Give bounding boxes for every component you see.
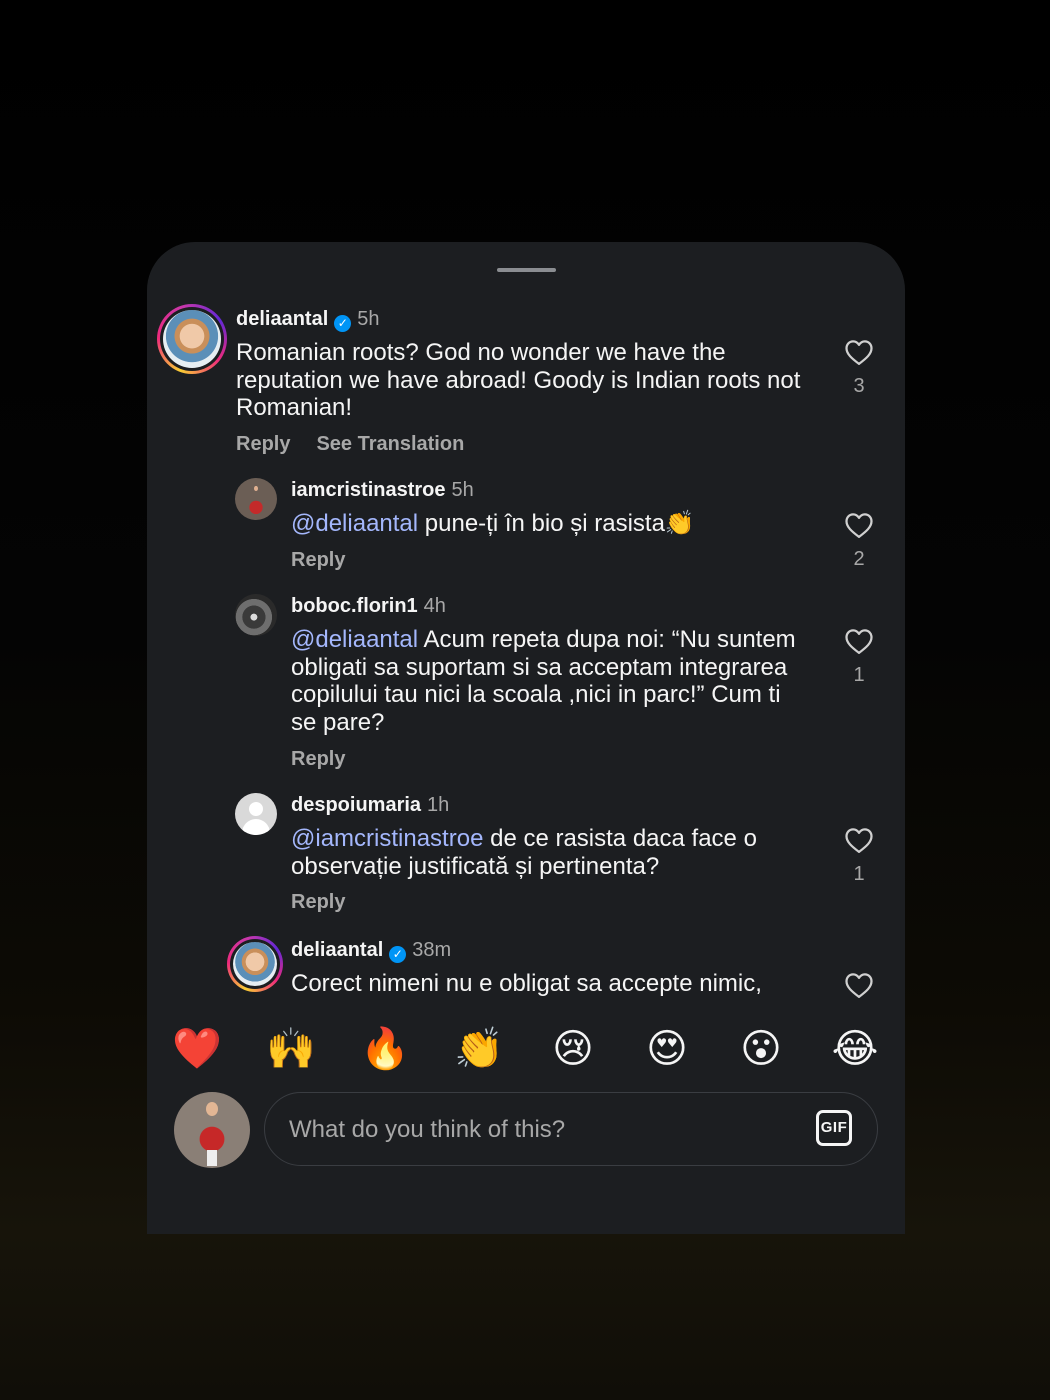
current-user-avatar (174, 1092, 250, 1168)
like-button[interactable]: 1 (837, 826, 881, 886)
like-button[interactable]: 1 (837, 627, 881, 687)
comment-time: 5h (451, 479, 474, 501)
comment-username[interactable]: deliaantal (236, 308, 328, 330)
comment-username[interactable]: boboc.florin1 (291, 595, 418, 617)
emoji-fire[interactable]: 🔥 (360, 1024, 410, 1074)
emoji-clapping-hands[interactable]: 👏 (454, 1024, 504, 1074)
avatar-story-ring[interactable] (157, 304, 227, 374)
reply-button[interactable]: Reply (291, 549, 345, 571)
comment-text: @iamcristinastroe de ce rasista daca fac… (291, 825, 757, 880)
comment-text: @deliaantal Acum repeta dupa noi: “Nu su… (291, 626, 796, 736)
avatar[interactable] (235, 793, 277, 835)
avatar (163, 310, 221, 368)
quick-reactions-bar: ❤️ 🙌 🔥 👏 😢 😍 😮 😂 (147, 1004, 905, 1094)
reply-button[interactable]: Reply (236, 433, 290, 455)
comment-text: Romanian roots? God no wonder we have th… (236, 339, 801, 421)
see-translation-button[interactable]: See Translation (316, 433, 464, 455)
like-button[interactable]: 3 (837, 338, 881, 398)
reply-button[interactable]: Reply (291, 748, 345, 770)
heart-outline-icon (845, 513, 873, 538)
comment-text: @deliaantal pune-ți în bio și rasista👏 (291, 510, 695, 537)
emoji-tears-of-joy[interactable]: 😂 (830, 1024, 880, 1074)
like-count: 2 (853, 548, 865, 570)
like-count: 1 (853, 664, 865, 686)
mention-link[interactable]: @iamcristinastroe (291, 825, 483, 852)
comment-input[interactable] (287, 1111, 791, 1149)
comments-list[interactable]: deliaantal ✓ 5h Romanian roots? God no won… (147, 242, 905, 1004)
like-button[interactable]: 2 (837, 511, 881, 571)
comment-time: 1h (427, 794, 450, 816)
comments-sheet: deliaantal ✓ 5h Romanian roots? God no won… (147, 242, 905, 1234)
reply-button[interactable]: Reply (291, 891, 345, 913)
heart-outline-icon (845, 828, 873, 853)
verified-badge-icon: ✓ (334, 315, 352, 332)
like-button[interactable] (837, 971, 881, 999)
heart-outline-icon (845, 340, 873, 365)
emoji-crying-face[interactable]: 😢 (548, 1024, 598, 1074)
comment-username[interactable]: iamcristinastroe (291, 479, 446, 501)
emoji-heart-eyes[interactable]: 😍 (642, 1024, 692, 1074)
comment-time: 38m (412, 939, 452, 961)
comment-username[interactable]: despoiumaria (291, 794, 421, 816)
comment-composer: GIF (264, 1092, 878, 1166)
like-count: 3 (853, 375, 865, 397)
verified-badge-icon: ✓ (389, 946, 407, 963)
emoji-raising-hands[interactable]: 🙌 (266, 1024, 316, 1074)
avatar[interactable] (235, 594, 277, 636)
comment-time: 5h (357, 308, 380, 330)
emoji-heart[interactable]: ❤️ (172, 1024, 222, 1074)
like-count: 1 (853, 863, 865, 885)
comment-text: Corect nimeni nu e obligat sa accepte ni… (291, 970, 762, 997)
avatar (233, 942, 277, 986)
emoji-surprised-face[interactable]: 😮 (736, 1024, 786, 1074)
comment-time: 4h (423, 595, 446, 617)
avatar[interactable] (235, 478, 277, 520)
heart-outline-icon (845, 629, 873, 654)
avatar-story-ring[interactable] (227, 936, 283, 992)
comment-username[interactable]: deliaantal (291, 939, 383, 961)
mention-link[interactable]: @deliaantal (291, 626, 418, 653)
heart-outline-icon (845, 973, 873, 998)
gif-icon[interactable]: GIF (816, 1110, 852, 1146)
mention-link[interactable]: @deliaantal (291, 510, 418, 537)
